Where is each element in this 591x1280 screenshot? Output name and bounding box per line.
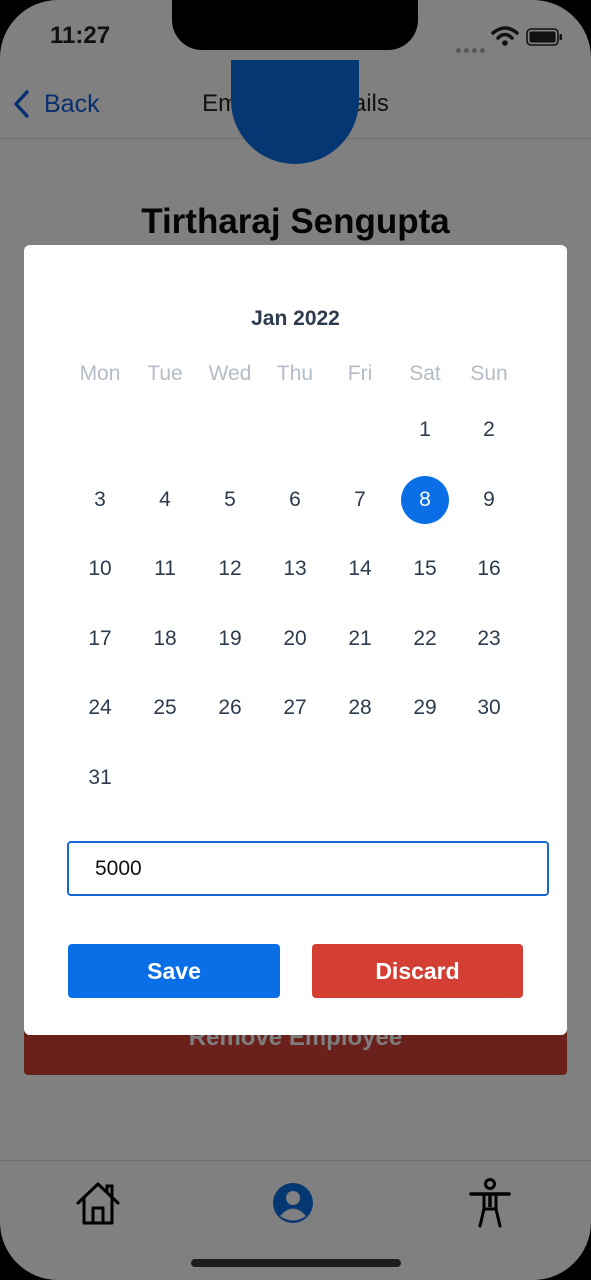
calendar-day[interactable]: 20 bbox=[271, 615, 319, 663]
calendar-day[interactable]: 13 bbox=[271, 545, 319, 593]
calendar-day[interactable]: 29 bbox=[401, 684, 449, 732]
profile-icon bbox=[273, 1183, 313, 1223]
calendar-day[interactable]: 31 bbox=[76, 754, 124, 802]
calendar-day[interactable]: 5 bbox=[206, 476, 254, 524]
accessibility-icon bbox=[469, 1178, 511, 1228]
save-button[interactable]: Save bbox=[68, 944, 280, 998]
calendar-day[interactable]: 23 bbox=[465, 615, 513, 663]
tab-accessibility[interactable] bbox=[460, 1173, 520, 1233]
weekday-header: Fri bbox=[347, 362, 373, 385]
calendar-day[interactable]: 14 bbox=[336, 545, 384, 593]
weekday-header: Wed bbox=[208, 362, 252, 385]
calendar-day[interactable]: 17 bbox=[76, 615, 124, 663]
calendar-day[interactable]: 9 bbox=[465, 476, 513, 524]
calendar-month-title: Jan 2022 bbox=[251, 307, 340, 330]
discard-button[interactable]: Discard bbox=[312, 944, 523, 998]
wifi-icon bbox=[491, 26, 519, 46]
calendar-day[interactable]: 2 bbox=[465, 406, 513, 454]
calendar-day[interactable]: 15 bbox=[401, 545, 449, 593]
weekday-header: Sat bbox=[409, 362, 441, 385]
avatar bbox=[231, 60, 359, 164]
date-amount-dialog: Jan 2022 Mon Tue Wed Thu Fri Sat Sun 1 2 3 4 5 6 7 8 9 1… bbox=[24, 245, 567, 1035]
calendar-day[interactable]: 4 bbox=[141, 476, 189, 524]
calendar-day[interactable]: 7 bbox=[336, 476, 384, 524]
tab-home[interactable] bbox=[68, 1173, 128, 1233]
device-notch bbox=[172, 0, 418, 50]
battery-icon bbox=[526, 28, 562, 46]
phone-screen: 11:27 Back Employee Details Tirtharaj Se… bbox=[0, 0, 591, 1280]
calendar-day[interactable]: 22 bbox=[401, 615, 449, 663]
weekday-header: Thu bbox=[276, 362, 314, 385]
calendar-day[interactable]: 26 bbox=[206, 684, 254, 732]
cellular-signal-icon bbox=[456, 40, 488, 58]
calendar-day[interactable]: 30 bbox=[465, 684, 513, 732]
home-icon bbox=[76, 1182, 120, 1225]
calendar-day[interactable]: 25 bbox=[141, 684, 189, 732]
status-time: 11:27 bbox=[50, 22, 111, 49]
calendar-day[interactable]: 3 bbox=[76, 476, 124, 524]
calendar-day[interactable]: 18 bbox=[141, 615, 189, 663]
calendar-day[interactable]: 24 bbox=[76, 684, 124, 732]
calendar-day[interactable]: 28 bbox=[336, 684, 384, 732]
calendar-day[interactable]: 21 bbox=[336, 615, 384, 663]
calendar-day[interactable]: 11 bbox=[141, 545, 189, 593]
calendar-day[interactable]: 12 bbox=[206, 545, 254, 593]
home-indicator bbox=[191, 1259, 401, 1267]
amount-input[interactable] bbox=[67, 841, 549, 896]
calendar-day[interactable]: 16 bbox=[465, 545, 513, 593]
calendar-day-selected[interactable]: 8 bbox=[401, 475, 449, 524]
calendar-day[interactable]: 27 bbox=[271, 684, 319, 732]
calendar-day[interactable]: 6 bbox=[271, 476, 319, 524]
weekday-header: Mon bbox=[79, 362, 121, 385]
calendar-day[interactable]: 10 bbox=[76, 545, 124, 593]
calendar-day[interactable]: 19 bbox=[206, 615, 254, 663]
tab-profile[interactable] bbox=[263, 1173, 323, 1233]
calendar-day[interactable]: 1 bbox=[401, 406, 449, 454]
weekday-header: Sun bbox=[470, 362, 508, 385]
employee-name: Tirtharaj Sengupta bbox=[141, 202, 450, 241]
weekday-header: Tue bbox=[147, 362, 183, 385]
